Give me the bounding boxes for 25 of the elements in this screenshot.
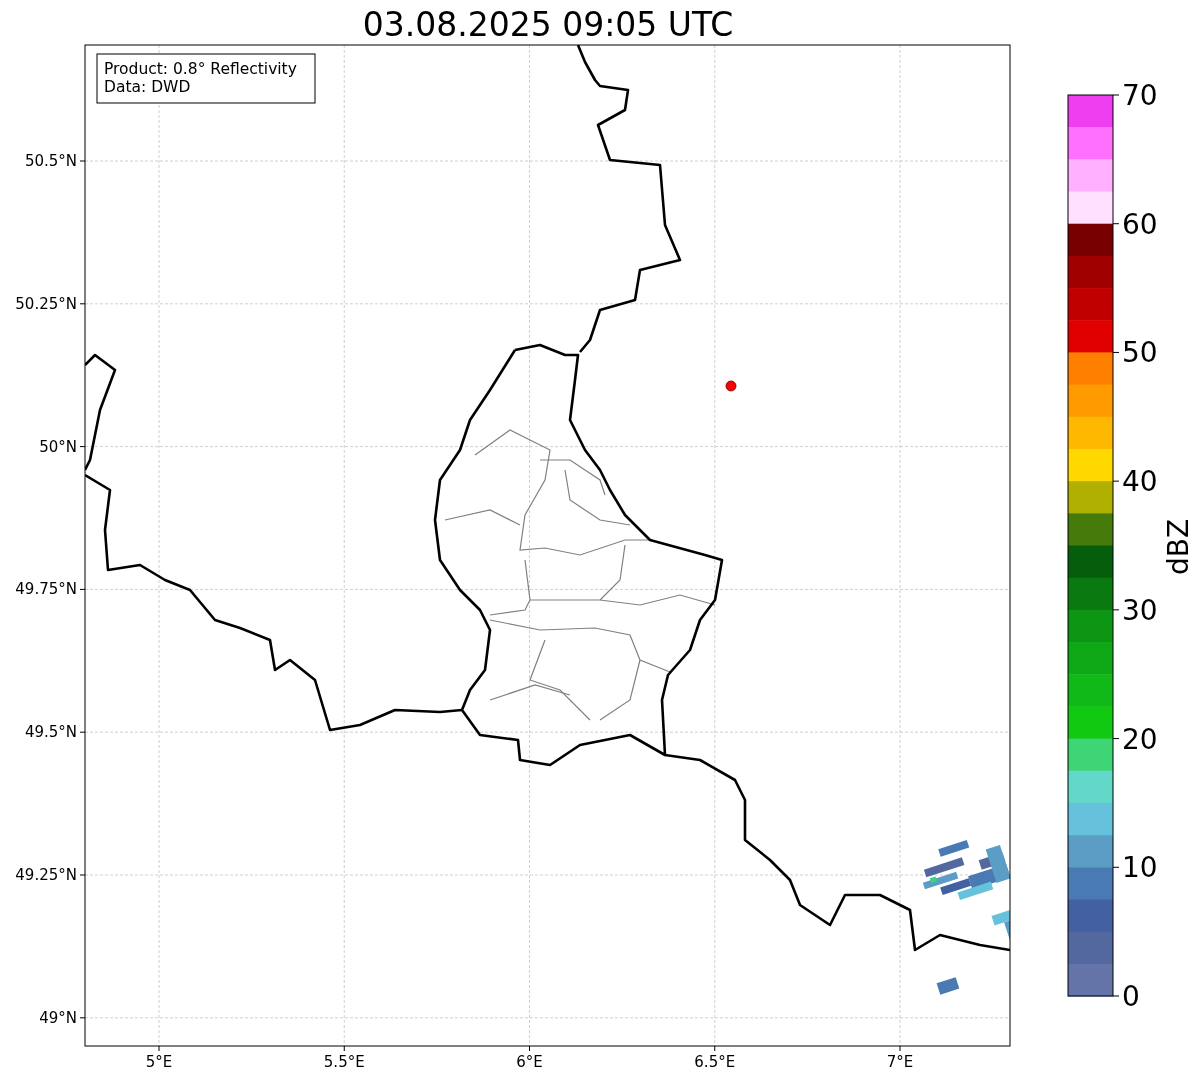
info-text: Data: DWD bbox=[104, 78, 191, 96]
axis-tick-label: 5.5°E bbox=[323, 1053, 365, 1071]
axis-tick-label: 7°E bbox=[886, 1053, 914, 1071]
axis-tick-label: 50.5°N bbox=[24, 152, 77, 170]
chart-title: 03.08.2025 09:05 UTC bbox=[362, 5, 734, 44]
axis-tick-label: 50°N bbox=[39, 437, 77, 456]
axis-tick-label: 6°E bbox=[516, 1053, 543, 1071]
axis-tick-label: 5°E bbox=[145, 1053, 173, 1071]
axis-tick-label: 6.5°E bbox=[694, 1053, 736, 1071]
colorbar-tick-label: 30 bbox=[1122, 593, 1158, 627]
axis-tick-label: 49°N bbox=[39, 1008, 77, 1027]
colorbar-tick-label: 70 bbox=[1122, 79, 1158, 112]
colorbar-tick-label: 50 bbox=[1122, 336, 1158, 370]
axis-tick-label: 49.75°N bbox=[15, 580, 77, 599]
info-text: Product: 0.8° Reflectivity bbox=[104, 60, 297, 78]
axis-tick-label: 49.5°N bbox=[24, 723, 77, 742]
colorbar-tick-label: 60 bbox=[1122, 207, 1158, 241]
colorbar-tick-label: 10 bbox=[1122, 851, 1158, 885]
colorbar-tick-label: 0 bbox=[1122, 980, 1140, 1013]
colorbar-tick-label: 20 bbox=[1122, 722, 1158, 756]
colorbar-label: dBZ bbox=[1162, 518, 1195, 576]
axis-tick-label: 50.25°N bbox=[15, 294, 77, 313]
colorbar-tick-label: 40 bbox=[1122, 465, 1158, 499]
axis-tick-label: 49.25°N bbox=[15, 866, 77, 884]
location-marker bbox=[725, 380, 737, 392]
